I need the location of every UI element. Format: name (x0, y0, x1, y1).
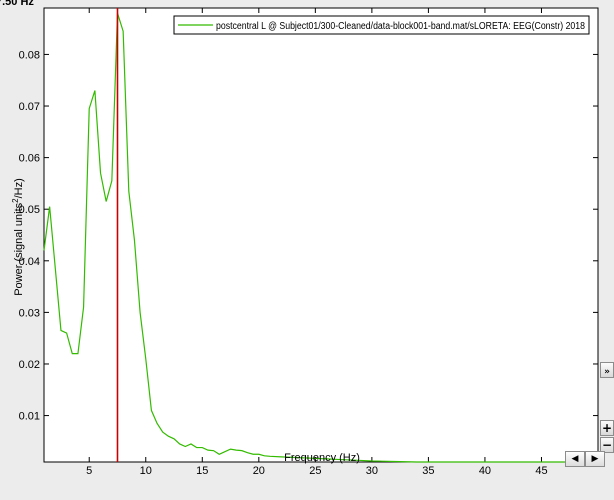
y-tick-label: 0.03 (19, 307, 40, 319)
frequency-readout: 7.50 Hz (0, 0, 34, 8)
scroll-left-button[interactable]: ◀ (565, 451, 585, 467)
x-axis-title: Frequency (Hz) (284, 452, 360, 464)
x-tick-label: 5 (86, 465, 92, 477)
x-tick-label: 20 (253, 465, 265, 477)
legend: postcentral L @ Subject01/300-Cleaned/da… (173, 15, 590, 35)
y-axis-title: Power (signal units2/Hz) (11, 178, 25, 296)
scroll-right-button[interactable]: ▶ (585, 451, 605, 467)
y-tick-label: 0.07 (19, 101, 40, 113)
y-axis-title-main: Power (signal units (13, 202, 25, 295)
zoom-in-button[interactable]: + (600, 420, 614, 436)
scroll-right-icon-button[interactable]: » (600, 362, 614, 378)
y-tick-label: 0.08 (19, 49, 40, 61)
x-tick-label: 25 (309, 465, 321, 477)
double-chevron-right-icon: » (604, 367, 610, 377)
x-tick-label: 45 (535, 465, 547, 477)
legend-label: postcentral L @ Subject01/300-Cleaned/da… (216, 21, 585, 32)
y-tick-label: 0.01 (19, 411, 40, 423)
x-tick-label: 40 (479, 465, 491, 477)
psd-chart: 7.50 Hz 5 10 15 20 25 30 35 40 45 0.01 0.02 0.03 0.0… (0, 0, 599, 477)
spectrum-figure: 7.50 Hz 5 10 15 20 25 30 35 40 45 0.01 0.02 0.03 0.0… (0, 0, 614, 500)
y-axis-title-end: /Hz) (13, 178, 25, 198)
y-tick-label: 0.06 (19, 153, 40, 165)
x-tick-label: 30 (366, 465, 378, 477)
x-tick-label: 15 (196, 465, 208, 477)
plot-area[interactable] (43, 7, 599, 463)
x-tick-label: 35 (422, 465, 434, 477)
y-tick-label: 0.02 (19, 359, 40, 371)
x-tick-label: 10 (140, 465, 152, 477)
